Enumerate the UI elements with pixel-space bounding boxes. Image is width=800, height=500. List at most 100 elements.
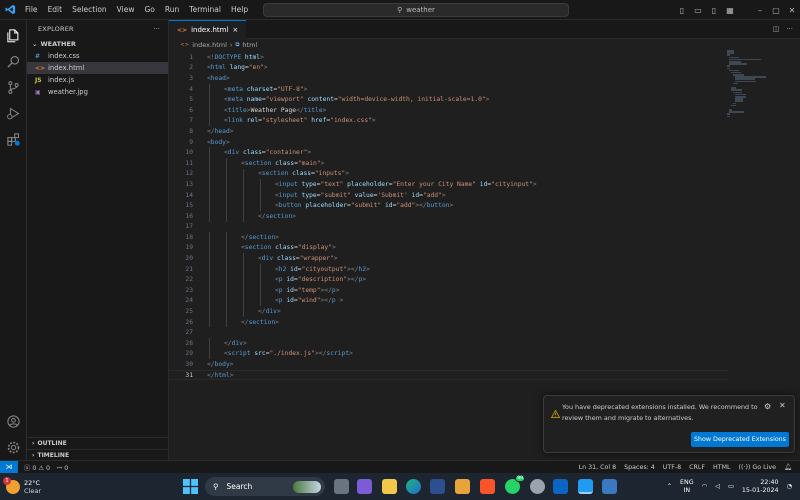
teams-chat-icon[interactable] (357, 479, 372, 494)
customize-layout-icon[interactable]: ▦ (722, 6, 738, 15)
menu-edit[interactable]: Edit (43, 5, 68, 14)
code-line[interactable]: 4 <meta charset="UTF-8"> (169, 83, 729, 95)
clock[interactable]: 22:40 15-01-2024 (742, 479, 779, 495)
code-line[interactable]: 15 <button placeholder="submit" id="add">… (169, 200, 729, 211)
settings-gear-icon[interactable] (4, 438, 22, 456)
file-explorer-icon[interactable] (382, 479, 397, 494)
code-line[interactable]: 2 <html lang="en"> (169, 63, 729, 74)
ports-status[interactable]: ꟷ 0 (57, 463, 68, 472)
tab-index-html[interactable]: <> index.html × (169, 20, 247, 39)
code-line[interactable]: 21 <h2 id="cityoutput"></h2> (169, 263, 729, 275)
maximize-button[interactable]: ▢ (768, 6, 784, 15)
code-line[interactable]: 8 </head> (169, 126, 729, 137)
explorer-icon[interactable] (4, 26, 22, 44)
file-weather-jpg[interactable]: ▣ weather.jpg (27, 86, 168, 98)
code-line[interactable]: 6 <title>Weather Page</title> (169, 104, 729, 116)
remote-icon[interactable]: ⋊ (0, 461, 18, 473)
code-line[interactable]: 12 <section class="inputs"> (169, 168, 729, 180)
photos-icon[interactable] (455, 479, 470, 494)
folder-weather[interactable]: ⌄ WEATHER (27, 38, 168, 50)
battery-icon[interactable]: ▭ (728, 483, 734, 490)
show-deprecated-extensions-button[interactable]: Show Deprecated Extensions (691, 432, 789, 447)
vscode-taskbar-icon[interactable] (578, 479, 593, 494)
code-line[interactable]: 10 <div class="container"> (169, 147, 729, 158)
close-icon[interactable]: × (232, 26, 238, 34)
code-line[interactable]: 23 <p id="temp"></p> (169, 285, 729, 296)
menu-go[interactable]: Go (139, 5, 159, 14)
toggle-panel-icon[interactable]: ▭ (690, 6, 706, 15)
code-line[interactable]: 9 <body> (169, 137, 729, 148)
code-line[interactable]: 18 </section> (169, 232, 729, 243)
code-line[interactable]: 11 <section class="main"> (169, 157, 729, 169)
code-line[interactable]: 13 <input type="text" placeholder="Enter … (169, 179, 729, 190)
file-index-js[interactable]: JS index.js (27, 74, 168, 86)
code-line[interactable]: 14 <input type="submit" value='Submit' id… (169, 189, 729, 201)
code-line[interactable]: 17 (169, 222, 729, 233)
search-icon[interactable] (4, 52, 22, 70)
menu-help[interactable]: Help (226, 5, 253, 14)
toggle-secondary-sidebar-icon[interactable]: ▯ (706, 6, 722, 15)
menu-view[interactable]: View (112, 5, 140, 14)
code-line[interactable]: 24 <p id="wind"></p > (169, 295, 729, 307)
code-line[interactable]: 25 </div> (169, 306, 729, 317)
code-line[interactable]: 7 <link rel="stylesheet" href="index.css"… (169, 115, 729, 127)
cursor-position[interactable]: Ln 31, Col 8 (579, 464, 617, 471)
notification-center-icon[interactable]: ◔ (787, 483, 793, 490)
toggle-sidebar-icon[interactable]: ▯ (674, 6, 690, 15)
language-mode[interactable]: HTML (713, 464, 731, 471)
task-view-icon[interactable] (334, 479, 349, 494)
gear-icon[interactable]: ⚙ (764, 402, 771, 411)
more-actions-icon[interactable]: ··· (786, 25, 793, 33)
wifi-icon[interactable]: ◠ (702, 483, 708, 490)
code-line[interactable]: 27 (169, 327, 729, 338)
source-control-icon[interactable] (4, 78, 22, 96)
more-actions-icon[interactable]: ··· (153, 25, 160, 33)
code-line[interactable]: 20 <div class="wrapper"> (169, 253, 729, 264)
paint-icon[interactable] (602, 479, 617, 494)
code-line[interactable]: 30 </body> (169, 359, 729, 370)
linkedin-icon[interactable] (553, 479, 568, 494)
code-line[interactable]: 29 <script src="./index.js"></script> (169, 348, 729, 360)
menu-terminal[interactable]: Terminal (184, 5, 226, 14)
run-debug-icon[interactable] (4, 104, 22, 122)
file-index-css[interactable]: # index.css (27, 50, 168, 62)
code-line[interactable]: 31 </html> (169, 369, 729, 381)
windows-start-icon[interactable] (183, 479, 198, 494)
code-line[interactable]: 26 </section> (169, 316, 729, 328)
volume-icon[interactable]: ◁ (715, 483, 720, 490)
close-window-button[interactable]: ✕ (784, 6, 800, 15)
line-endings[interactable]: CRLF (689, 464, 705, 471)
whatsapp-icon[interactable]: 99 (505, 475, 525, 494)
brave-browser-icon[interactable] (480, 479, 495, 494)
indentation[interactable]: Spaces: 4 (624, 464, 655, 471)
minimap[interactable] (727, 50, 767, 118)
code-line[interactable]: 19 <section class="display"> (169, 242, 729, 254)
code-line[interactable]: 3 <head> (169, 73, 729, 84)
outline-section[interactable]: › OUTLINE (27, 437, 169, 449)
code-line[interactable]: 28 </div> (169, 338, 729, 349)
breadcrumb-node[interactable]: html (242, 41, 257, 49)
close-icon[interactable]: ✕ (779, 401, 786, 410)
code-line[interactable]: 16 </section> (169, 210, 729, 222)
menu-run[interactable]: Run (160, 5, 184, 14)
code-line[interactable]: 22 <p id="description"></p> (169, 274, 729, 286)
split-editor-icon[interactable]: ◫ (773, 25, 780, 33)
account-icon[interactable] (4, 412, 22, 430)
breadcrumb-file[interactable]: index.html (192, 41, 227, 49)
command-center-search[interactable]: ⚲ weather (263, 3, 569, 17)
go-live[interactable]: ((·)) Go Live (739, 464, 776, 471)
menu-selection[interactable]: Selection (67, 5, 112, 14)
menu-file[interactable]: File (20, 5, 43, 14)
file-index-html[interactable]: <> index.html (27, 62, 168, 74)
problems-status[interactable]: ⓧ 0 ⚠ 0 (24, 463, 50, 472)
code-line[interactable]: 1 <!DOCTYPE html> (169, 52, 729, 63)
notifications-bell-icon[interactable]: 🔔︎ (784, 463, 792, 471)
taskbar-search[interactable]: ⚲ Search (205, 477, 325, 496)
encoding[interactable]: UTF-8 (663, 464, 681, 471)
settings-gear-icon[interactable] (530, 479, 545, 494)
microsoft-store-icon[interactable] (430, 479, 445, 494)
code-editor[interactable]: 1 <!DOCTYPE html> 2 <html lang="en"> 3 <head>… (169, 52, 729, 381)
weather-widget[interactable]: 1 22°C Clear (0, 476, 100, 495)
edge-browser-icon[interactable] (406, 479, 421, 494)
extensions-icon[interactable] (4, 130, 22, 148)
